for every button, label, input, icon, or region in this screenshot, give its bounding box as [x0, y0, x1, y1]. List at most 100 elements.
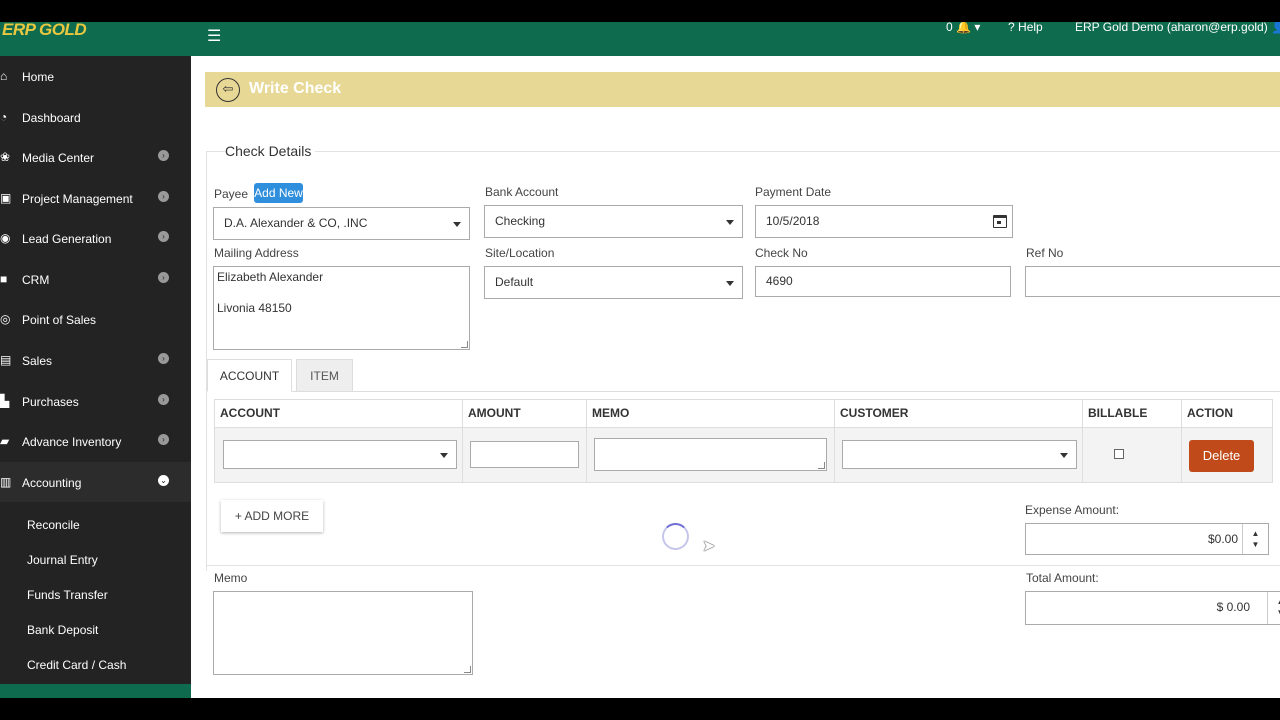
payee-select[interactable]: D.A. Alexander & CO, .INC: [213, 207, 470, 240]
user-menu[interactable]: ERP Gold Demo (aharon@erp.gold) 👤: [1075, 22, 1280, 34]
check-no-value: 4690: [766, 274, 793, 288]
dashboard-icon: ◔: [0, 110, 8, 124]
resize-handle[interactable]: [818, 462, 825, 469]
sidebar-item-label: Point of Sales: [22, 313, 97, 327]
help-link[interactable]: ? Help: [1008, 22, 1043, 34]
sidebar-item-label: Project Management: [22, 192, 133, 206]
column-header-account: ACCOUNT: [215, 400, 463, 427]
help-label: Help: [1018, 22, 1043, 34]
sidebar-subitem-write-check[interactable]: [0, 684, 191, 698]
line-memo-input[interactable]: [594, 438, 827, 471]
payment-date-value: 10/5/2018: [766, 214, 820, 228]
sidebar-item-label: CRM: [22, 273, 50, 287]
notifications-button[interactable]: 0 🔔 ▾: [946, 22, 980, 34]
expense-amount-label: Expense Amount:: [1025, 503, 1120, 517]
tab-account[interactable]: ACCOUNT: [207, 359, 292, 392]
book-icon: ▥: [0, 475, 12, 489]
chevron-right-icon: ›: [158, 191, 169, 202]
mouse-cursor-icon: ➤: [702, 538, 716, 555]
bank-account-select[interactable]: Checking: [484, 205, 743, 238]
top-bar: ERP GOLD ☰ 0 🔔 ▾ ? Help ERP Gold Demo (a…: [0, 22, 1280, 56]
logo-text: ERP GOLD: [2, 22, 87, 39]
sidebar-item-label: Purchases: [22, 395, 79, 409]
sidebar-item-accounting[interactable]: ▥ Accounting ⌄: [0, 462, 191, 502]
truck-icon: ▰: [0, 434, 10, 448]
mailing-address-line2: Livonia 48150: [217, 301, 292, 315]
sidebar-subitem-bank-deposit[interactable]: Bank Deposit: [27, 623, 98, 637]
check-no-label: Check No: [755, 246, 808, 260]
menu-toggle-icon[interactable]: ☰: [207, 26, 221, 46]
chevron-right-icon: ›: [158, 231, 169, 242]
sidebar-subitem-funds-transfer[interactable]: Funds Transfer: [27, 588, 108, 602]
payee-label: Payee: [214, 187, 249, 201]
column-header-action: ACTION: [1187, 406, 1233, 420]
stepper-arrows-icon[interactable]: ▲▼: [1267, 592, 1280, 624]
pos-icon: ◎: [0, 312, 11, 326]
tab-item[interactable]: ITEM: [296, 359, 353, 392]
line-tabs: ACCOUNT ITEM: [207, 359, 1280, 392]
column-header-memo: MEMO: [587, 400, 835, 427]
stepper-arrows-icon[interactable]: ▲▼: [1242, 524, 1268, 554]
sidebar-item-purchases[interactable]: ▙ Purchases ›: [0, 381, 191, 421]
resize-handle[interactable]: [464, 666, 471, 673]
chevron-right-icon: ›: [158, 353, 169, 364]
notification-count: 0: [946, 22, 953, 34]
sidebar-subitem-reconcile[interactable]: Reconcile: [27, 518, 80, 532]
logo[interactable]: ERP GOLD: [0, 22, 191, 56]
user-icon: 👤: [1271, 22, 1280, 34]
memo-textarea[interactable]: [213, 591, 473, 675]
sidebar: ⌂ Home ◔ Dashboard ❀ Media Center › ▣ Project…: [0, 56, 191, 698]
back-arrow-icon[interactable]: ⇦: [216, 78, 240, 102]
payee-value: D.A. Alexander & CO, .INC: [224, 216, 368, 230]
check-no-field[interactable]: 4690: [755, 266, 1011, 297]
delete-button[interactable]: Delete: [1189, 440, 1254, 472]
add-new-button[interactable]: Add New: [254, 183, 303, 203]
ref-no-field[interactable]: [1025, 266, 1280, 297]
payment-date-field[interactable]: 10/5/2018: [755, 205, 1013, 238]
mailing-address-label: Mailing Address: [214, 246, 299, 260]
total-amount-field[interactable]: $ 0.00 ▲▼: [1025, 591, 1280, 625]
expense-amount-field[interactable]: $0.00 ▲ ▼: [1025, 523, 1269, 555]
page-title: Write Check: [249, 80, 342, 97]
resize-handle[interactable]: [461, 341, 468, 348]
money-icon: ▤: [0, 353, 12, 367]
customer-select[interactable]: [842, 440, 1077, 469]
sidebar-item-label: Sales: [22, 354, 53, 368]
fieldset-legend: Check Details: [225, 143, 316, 159]
home-icon: ⌂: [0, 69, 8, 83]
total-amount-value: $ 0.00: [1216, 600, 1250, 614]
bank-account-label: Bank Account: [485, 185, 559, 199]
sidebar-subitem-journal-entry[interactable]: Journal Entry: [27, 553, 98, 567]
site-location-select[interactable]: Default: [484, 266, 743, 299]
loading-spinner: [662, 523, 689, 550]
sidebar-item-lead-generation[interactable]: ◉ Lead Generation ›: [0, 218, 191, 258]
caret-down-icon: [453, 221, 461, 227]
chevron-right-icon: ›: [158, 434, 169, 445]
calendar-icon[interactable]: [993, 215, 1007, 228]
billable-checkbox[interactable]: [1114, 449, 1124, 459]
sidebar-item-home[interactable]: ⌂ Home: [0, 56, 191, 96]
sidebar-item-sales[interactable]: ▤ Sales ›: [0, 340, 191, 380]
account-select[interactable]: [223, 440, 457, 469]
sidebar-item-crm[interactable]: ■ CRM ›: [0, 259, 191, 299]
expense-amount-value: $0.00: [1207, 532, 1238, 546]
bank-account-value: Checking: [495, 214, 546, 228]
sidebar-item-label: Media Center: [22, 151, 95, 165]
sidebar-subitem-credit-card-cash[interactable]: Credit Card / Cash: [27, 658, 126, 672]
mailing-address-line1: Elizabeth Alexander: [217, 270, 324, 284]
sidebar-item-project-management[interactable]: ▣ Project Management ›: [0, 178, 191, 218]
mailing-address-field[interactable]: Elizabeth Alexander Livonia 48150: [213, 266, 470, 350]
briefcase-icon: ▣: [0, 191, 12, 205]
add-more-button[interactable]: + ADD MORE: [221, 500, 323, 532]
sidebar-item-dashboard[interactable]: ◔ Dashboard: [0, 97, 191, 137]
amount-input[interactable]: [470, 441, 579, 468]
caret-down-icon: [726, 280, 734, 286]
sidebar-item-label: Lead Generation: [22, 232, 112, 246]
bell-icon: 🔔: [956, 22, 971, 34]
sidebar-item-media-center[interactable]: ❀ Media Center ›: [0, 137, 191, 177]
caret-down-icon: [1060, 452, 1068, 458]
sidebar-item-point-of-sales[interactable]: ◎ Point of Sales: [0, 299, 191, 339]
lead-icon: ◉: [0, 231, 11, 245]
sidebar-item-advance-inventory[interactable]: ▰ Advance Inventory ›: [0, 421, 191, 461]
column-header-customer: CUSTOMER: [835, 400, 1083, 427]
